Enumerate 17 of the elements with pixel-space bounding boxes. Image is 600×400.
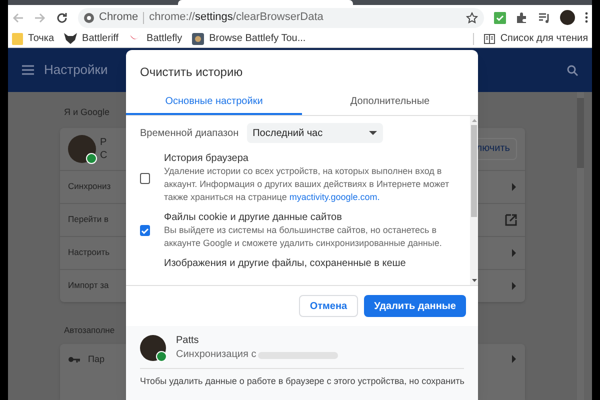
footer-text: Чтобы удалить данные о работе в браузере с этого устройства, но сохранить <box>140 375 464 387</box>
option-title: Файлы cookie и другие данные сайтов <box>164 211 343 224</box>
section-heading: Я и Google <box>63 106 111 119</box>
url-text: chrome://settings/clearBrowserData <box>149 10 324 26</box>
site-label: Chrome <box>99 10 138 26</box>
dialog-title: Очистить историю <box>139 64 244 81</box>
profile-text: С <box>100 148 108 162</box>
sync-status: Синхронизация с <box>176 348 256 362</box>
time-range-label: Временной диапазон <box>140 126 239 140</box>
profile-text: Р <box>100 136 108 148</box>
section-heading: Автозаполне <box>63 324 116 336</box>
account-name: Patts <box>176 334 200 348</box>
option-description: Удаление истории со всех устройств, на которых выполнен вход в аккаунт. Информация о других ваших действиях в Интернете может также храниться на странице myactivity.google.com. <box>164 165 450 204</box>
option-title: Изображения и другие файлы, сохраненные в кеше <box>164 257 407 270</box>
option-title: История браузера <box>164 152 250 165</box>
settings-title: Настройки <box>44 61 108 80</box>
option-description: Вы выйдете из системы на большинстве сайтов, но останетесь в аккаунте Google и сможете удалить синхронизированные данные. <box>164 224 443 250</box>
